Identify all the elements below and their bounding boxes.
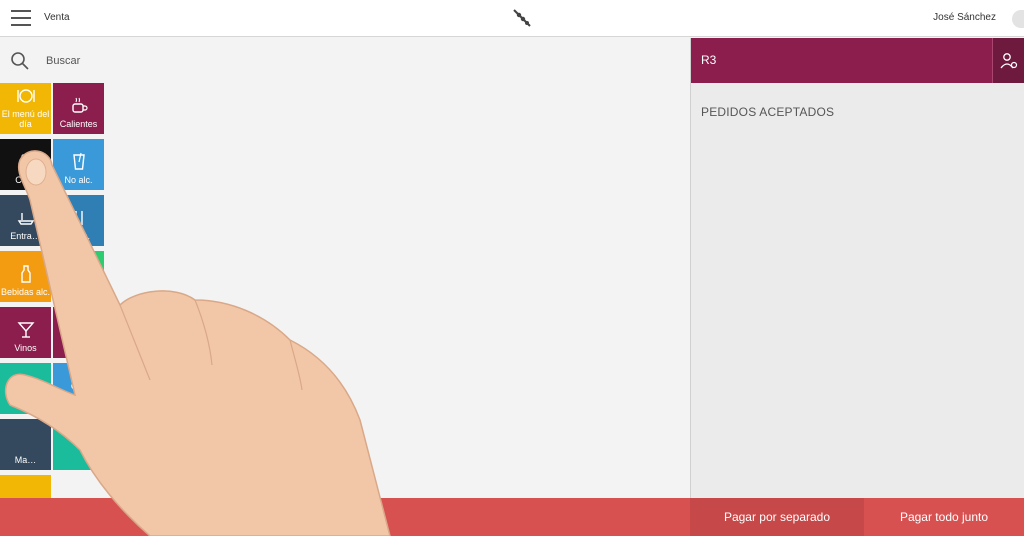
assign-waiter-icon	[1000, 52, 1018, 68]
top-bar: Venta José Sánchez	[0, 0, 1024, 37]
hot-cup-icon	[71, 97, 88, 113]
category-label: Vinos	[14, 343, 37, 353]
order-header: R3	[691, 38, 1024, 83]
wine-glass-icon	[16, 322, 35, 338]
product-panel: El menú del día Calientes Co… No alc. En…	[0, 38, 690, 498]
pay-all-button[interactable]: Pagar todo junto	[864, 498, 1024, 536]
category-tile-calientes[interactable]: Calientes	[53, 83, 104, 134]
hamburger-icon[interactable]	[11, 10, 31, 26]
category-label: Calientes	[59, 119, 98, 129]
plate-cutlery-icon	[16, 89, 35, 103]
assign-waiter-button[interactable]	[992, 38, 1024, 83]
skewer-icon	[513, 9, 531, 27]
user-avatar[interactable]	[1012, 10, 1024, 28]
category-tile-green[interactable]	[53, 251, 104, 302]
category-tile-teal[interactable]	[53, 419, 104, 470]
bottle-icon	[20, 265, 31, 283]
category-grid: El menú del día Calientes Co… No alc. En…	[0, 83, 110, 498]
category-label: Ma…	[14, 455, 37, 465]
order-panel: R3 PEDIDOS ACEPTADOS	[690, 38, 1024, 498]
search-input[interactable]	[46, 50, 446, 72]
app-title: Venta	[44, 12, 70, 23]
cocktail-icon	[16, 389, 35, 398]
category-label: Co…	[15, 175, 36, 185]
category-label: Entra…	[10, 231, 41, 241]
search-bar	[0, 38, 690, 82]
user-name[interactable]: José Sánchez	[933, 12, 996, 23]
category-tile-ma[interactable]: Ma…	[0, 419, 51, 470]
category-tile-postres[interactable]	[0, 475, 51, 498]
category-label: El menú del día	[1, 109, 50, 129]
fish-icon	[70, 381, 89, 391]
category-tile-co[interactable]: Co…	[0, 139, 51, 190]
category-tile-entrantes[interactable]: Entra…	[0, 195, 51, 246]
category-tile-bebidas-alc[interactable]: Bebidas alc.	[0, 251, 51, 302]
category-tile-cocteles[interactable]	[0, 363, 51, 414]
category-label: Bebidas alc.	[0, 287, 51, 297]
soda-can-icon	[20, 154, 31, 170]
cutlery-icon	[74, 211, 83, 225]
category-tile-no-alc[interactable]: No alc.	[53, 139, 104, 190]
ok-button[interactable]: OK	[0, 498, 690, 536]
category-tile-vinos[interactable]: Vinos	[0, 307, 51, 358]
starter-icon	[17, 213, 34, 225]
category-tile-pescado[interactable]: Pescado	[53, 363, 104, 414]
table-title: R3	[701, 53, 717, 67]
accepted-orders-label: PEDIDOS ACEPTADOS	[701, 105, 835, 119]
search-icon[interactable]	[10, 51, 30, 71]
bottom-action-bar: OK Pagar por separado Pagar todo junto	[0, 498, 1024, 536]
category-tile-menu-del-dia[interactable]: El menú del día	[0, 83, 51, 134]
category-label: …cip.	[66, 231, 90, 241]
category-label: Pescado	[60, 399, 97, 409]
category-label: No alc.	[64, 175, 93, 185]
category-tile-principales[interactable]: …cip.	[53, 195, 104, 246]
glass-icon	[72, 152, 85, 170]
pay-separately-button[interactable]: Pagar por separado	[690, 498, 864, 536]
category-tile-purple[interactable]	[53, 307, 104, 358]
